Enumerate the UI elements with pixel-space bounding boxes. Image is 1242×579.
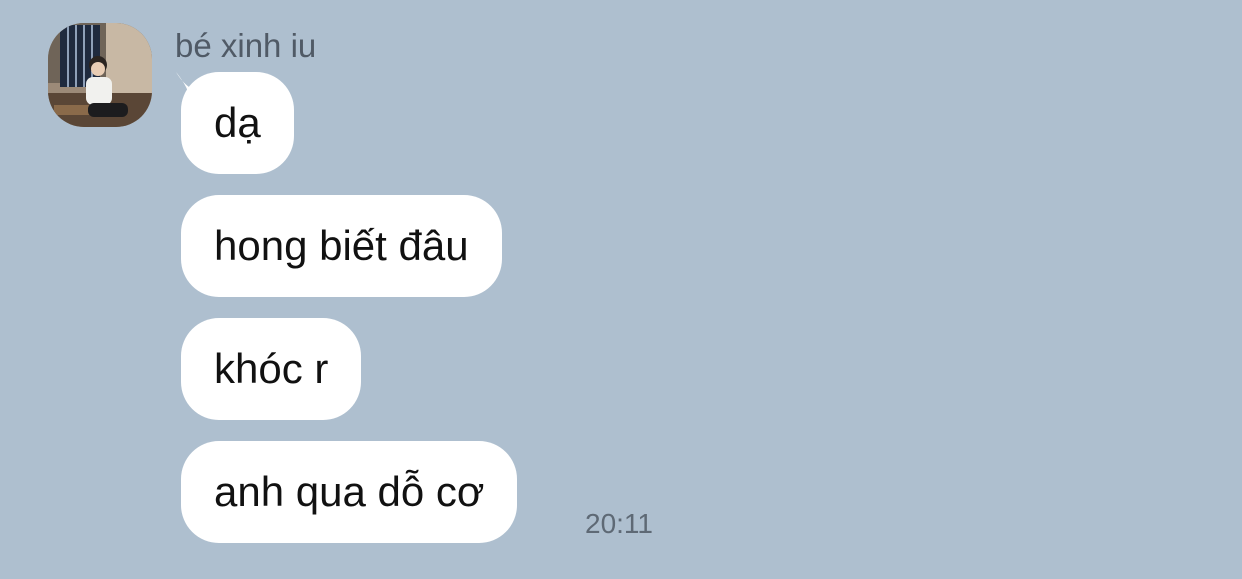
sender-name: bé xinh iu — [175, 27, 317, 64]
message-bubble-4[interactable]: anh qua dỗ cơ — [181, 441, 518, 543]
avatar-photo — [48, 23, 152, 127]
message-timestamp: 20:11 — [585, 508, 653, 539]
message-bubble-2[interactable]: hong biết đâu — [181, 195, 502, 297]
message-bubble-3[interactable]: khóc r — [181, 318, 362, 420]
sender-avatar[interactable] — [48, 23, 152, 127]
message-bubble-1[interactable]: dạ — [181, 72, 294, 174]
